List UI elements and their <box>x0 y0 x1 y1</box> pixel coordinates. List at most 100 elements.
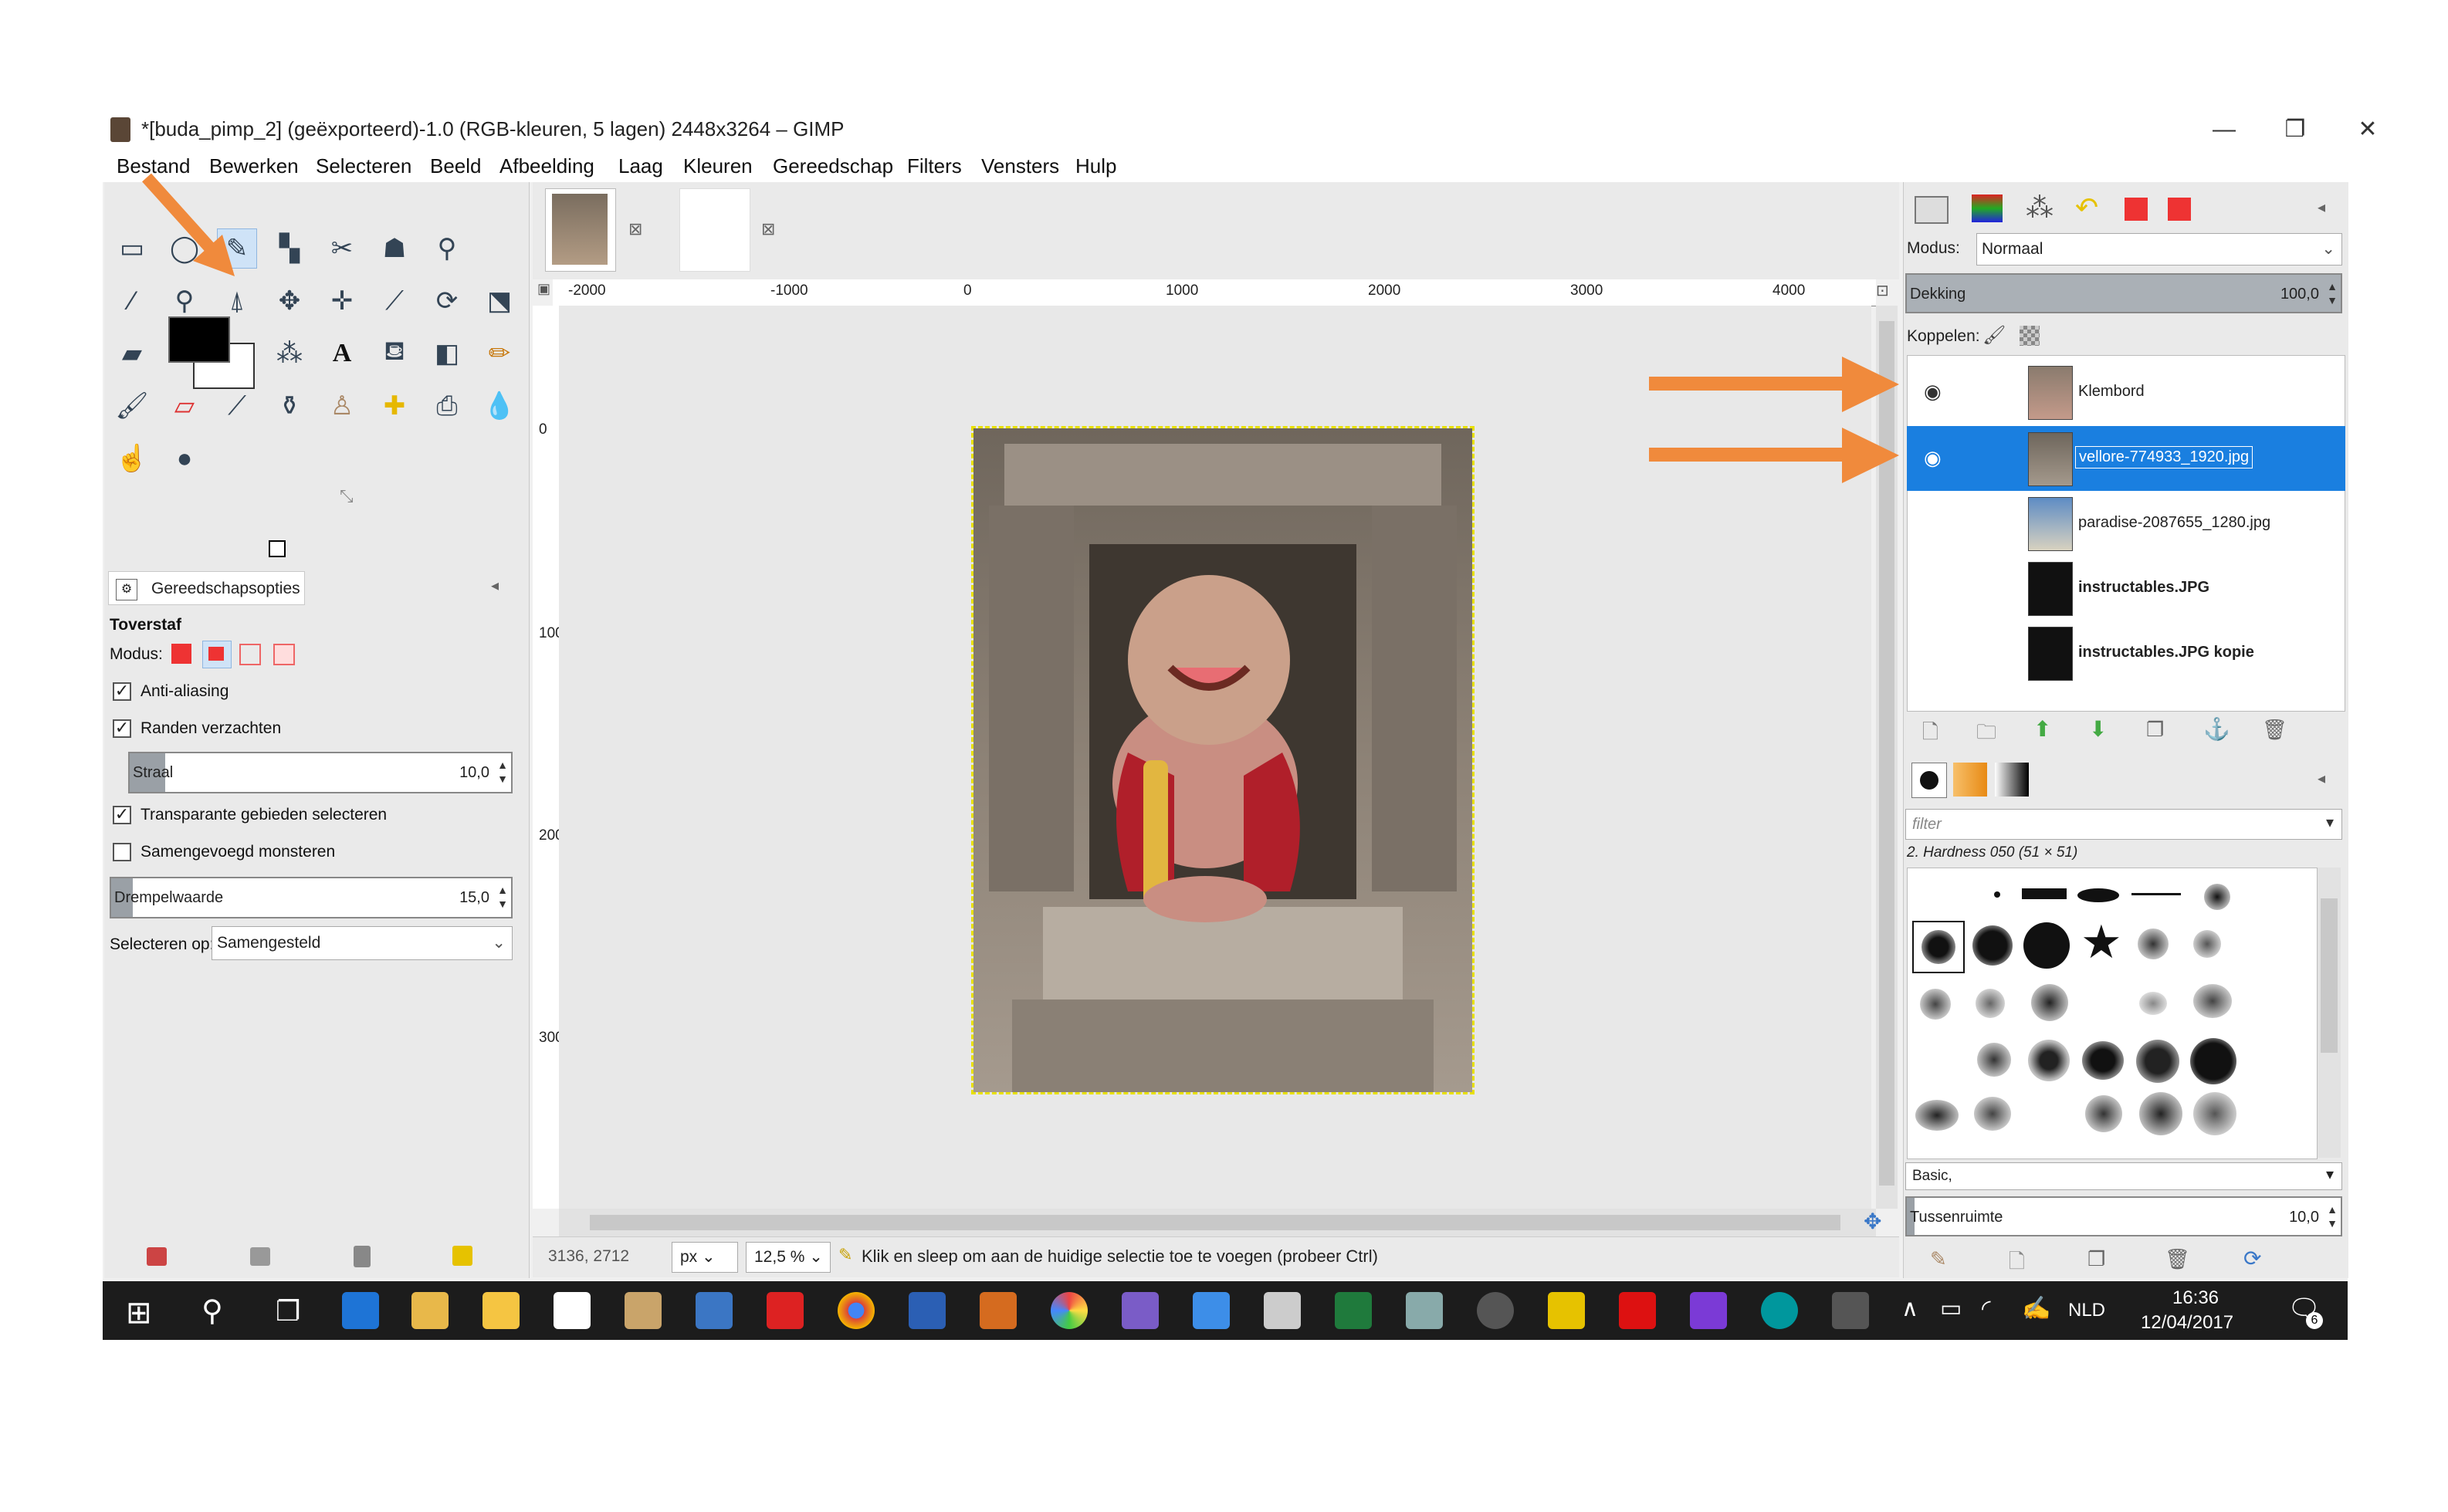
delete-layer-icon[interactable]: 🗑 <box>2262 718 2287 742</box>
edit-brush-icon[interactable]: ✎ <box>1930 1247 1947 1271</box>
horizontal-scroll-thumb[interactable] <box>590 1215 1840 1230</box>
perspective-clone-icon[interactable]: ⎙ <box>427 386 467 426</box>
paintbrush-icon[interactable]: 🖌 <box>112 386 152 426</box>
menu-kleuren[interactable]: Kleuren <box>683 154 753 178</box>
heal-icon[interactable]: ✚ <box>374 386 415 426</box>
text-icon[interactable]: A <box>322 333 362 374</box>
duplicate-brush-icon[interactable]: ❐ <box>2087 1247 2105 1271</box>
app-icon-7[interactable] <box>1690 1292 1727 1329</box>
image-tab-empty[interactable] <box>679 188 750 272</box>
close-tab-icon[interactable]: ⊠ <box>628 219 642 239</box>
brush-item[interactable] <box>2138 929 2169 959</box>
word-icon[interactable] <box>909 1292 946 1329</box>
menu-selecteren[interactable]: Selecteren <box>316 154 411 178</box>
layer-mode-dropdown[interactable]: Normaal ⌄ <box>1976 233 2342 266</box>
layer-row[interactable]: instructables.JPG kopie <box>1907 621 2345 685</box>
panel-menu-icon[interactable]: ◂ <box>491 576 499 595</box>
zoom-fit-icon[interactable]: ⊡ <box>1876 281 1898 303</box>
chevron-up-icon[interactable]: ∧ <box>1901 1295 1918 1322</box>
sample-merged-checkbox[interactable] <box>113 843 131 861</box>
opacity-spinner[interactable]: ▲ ▼ <box>2327 279 2338 307</box>
anchor-layer-icon[interactable]: ⚓ <box>2203 716 2230 742</box>
brush-grid[interactable]: ★ <box>1907 868 2318 1159</box>
menu-filters[interactable]: Filters <box>907 154 962 178</box>
zoom-dropdown[interactable]: 12,5 % ⌄ <box>746 1242 831 1273</box>
menu-vensters[interactable]: Vensters <box>981 154 1059 178</box>
duplicate-layer-icon[interactable]: ❐ <box>2146 718 2164 742</box>
shear-icon[interactable]: ▰ <box>112 333 152 374</box>
brush-item[interactable] <box>1920 989 1951 1020</box>
battery-icon[interactable]: ▭ <box>1940 1295 1962 1322</box>
panel-menu-icon[interactable]: ◂ <box>2318 198 2325 217</box>
foreground-color-swatch[interactable] <box>168 316 230 363</box>
restore-options-icon[interactable] <box>250 1247 270 1266</box>
search-icon[interactable]: ⚲ <box>201 1294 223 1328</box>
crop-icon[interactable]: ⟋ <box>374 281 415 321</box>
close-button[interactable]: ✕ <box>2345 113 2391 147</box>
brush-item-selected[interactable] <box>1912 921 1965 973</box>
new-layer-group-icon[interactable]: 🗀 <box>1976 718 1996 752</box>
smudge-icon[interactable]: ☝ <box>112 438 152 479</box>
language-indicator[interactable]: NLD <box>2068 1300 2105 1321</box>
brush-item[interactable] <box>2082 1041 2124 1080</box>
new-brush-icon[interactable]: 🗋 <box>2009 1247 2025 1281</box>
app-icon-3[interactable] <box>1122 1292 1159 1329</box>
brush-item[interactable] <box>2139 1092 2182 1135</box>
mode-subtract-icon[interactable] <box>239 644 261 665</box>
dodge-burn-icon[interactable]: ● <box>164 438 205 479</box>
task-view-icon[interactable]: ❐ <box>276 1295 300 1328</box>
minimize-button[interactable]: — <box>2201 113 2247 147</box>
camera-icon[interactable] <box>1477 1292 1514 1329</box>
brush-item[interactable] <box>1915 1100 1959 1131</box>
brush-item[interactable] <box>2190 1038 2236 1084</box>
eraser-icon[interactable]: ▱ <box>164 386 205 426</box>
delete-options-icon[interactable] <box>354 1246 371 1267</box>
app-icon-6[interactable] <box>1548 1292 1585 1329</box>
opacity-slider[interactable]: Dekking 100,0 ▲ ▼ <box>1905 273 2342 313</box>
app-icon-5[interactable] <box>1406 1292 1443 1329</box>
horizontal-scrollbar[interactable] <box>559 1209 1876 1236</box>
brush-item[interactable] <box>2022 888 2067 899</box>
lower-layer-icon[interactable]: ⬇ <box>2089 716 2107 742</box>
tab-channels-icon[interactable] <box>1972 194 2003 222</box>
clock-time[interactable]: 16:36 <box>2153 1287 2238 1309</box>
tab-paths-icon[interactable]: ⁂ <box>2026 191 2054 224</box>
threshold-spinner[interactable]: ▲ ▼ <box>497 883 508 911</box>
antialias-checkbox[interactable]: ✓ <box>113 682 131 701</box>
brush-item[interactable] <box>1994 891 2000 898</box>
brush-scroll-thumb[interactable] <box>2321 898 2338 1053</box>
image-tab-buda[interactable] <box>545 188 616 272</box>
clone-icon[interactable]: ♙ <box>322 386 362 426</box>
tab-palette-icon[interactable] <box>2168 198 2191 221</box>
swap-colors-icon[interactable]: ⤡ <box>340 486 354 506</box>
navigate-icon[interactable]: ✥ <box>1864 1209 1881 1234</box>
eye-icon[interactable]: ◉ <box>1924 446 1942 470</box>
cage-transform-icon[interactable]: ⁂ <box>269 333 310 374</box>
brush-item[interactable] <box>2204 884 2230 910</box>
menu-afbeelding[interactable]: Afbeelding <box>499 154 594 178</box>
app-icon-2[interactable] <box>696 1292 733 1329</box>
menu-hulp[interactable]: Hulp <box>1075 154 1116 178</box>
save-options-icon[interactable] <box>147 1247 167 1266</box>
brush-item[interactable] <box>2193 984 2232 1018</box>
layer-row-selected[interactable]: ◉ vellore-774933_1920.jpg <box>1907 426 2345 491</box>
refresh-brushes-icon[interactable]: ⟳ <box>2243 1246 2261 1271</box>
tab-patterns-icon[interactable] <box>1953 763 1987 797</box>
move-icon[interactable]: ✥ <box>269 281 310 321</box>
brush-item[interactable] <box>2085 1095 2122 1132</box>
eye-icon[interactable]: ◉ <box>1924 380 1942 404</box>
brush-item[interactable] <box>2139 992 2167 1015</box>
brush-item[interactable] <box>2077 888 2119 902</box>
gradient-icon[interactable]: ◧ <box>427 333 467 374</box>
chrome-icon[interactable] <box>838 1292 875 1329</box>
default-colors-icon[interactable] <box>269 540 286 557</box>
radius-slider[interactable]: Straal 10,0 ▲ ▼ <box>128 752 513 793</box>
powerpoint-icon[interactable] <box>980 1292 1017 1329</box>
brush-item[interactable] <box>1977 1043 2011 1077</box>
brush-item[interactable] <box>2031 984 2068 1021</box>
brush-item[interactable] <box>2131 893 2181 895</box>
menu-gereedschap[interactable]: Gereedschap <box>773 154 893 178</box>
edge-icon[interactable] <box>342 1292 379 1329</box>
brush-filter-input[interactable]: filter ▾ <box>1905 809 2342 840</box>
new-layer-icon[interactable]: 🗋 <box>1922 718 1938 752</box>
